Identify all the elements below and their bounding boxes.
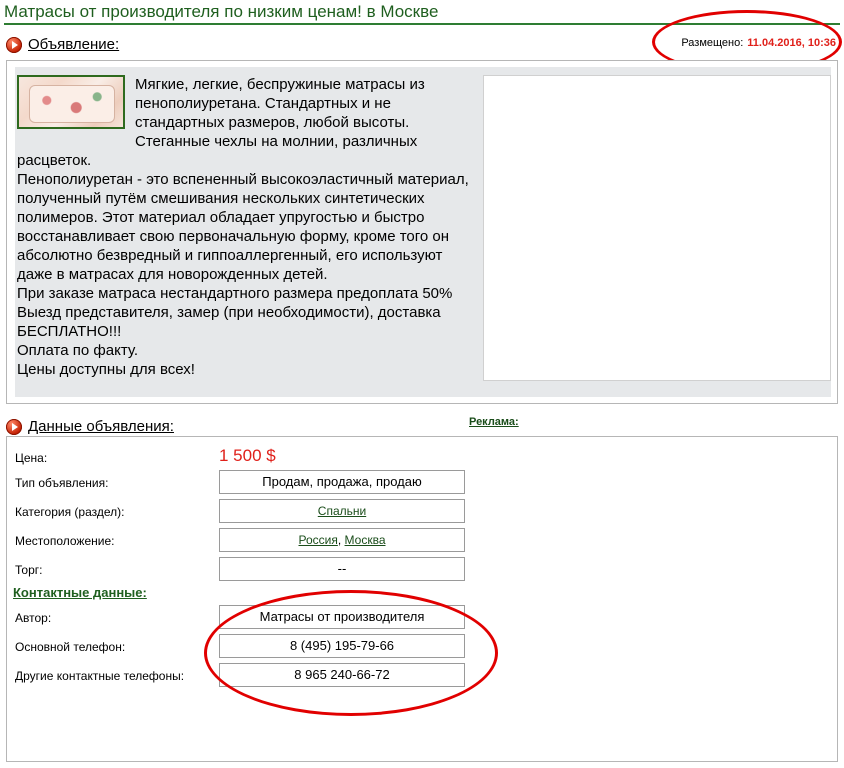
location-city-link[interactable]: Москва <box>345 533 386 547</box>
description-paragraph: При заказе матраса нестандартного размер… <box>17 285 453 302</box>
location-separator: , <box>337 533 345 547</box>
contacts-heading: Контактные данные: <box>13 585 147 600</box>
bargain-value: -- <box>219 557 465 581</box>
phone-label: Основной телефон: <box>15 640 126 654</box>
phone-value: 8 (495) 195-79-66 <box>219 634 465 658</box>
placed-date: 11.04.2016, 10:36 <box>747 37 836 49</box>
other-phones-value: 8 965 240-66-72 <box>219 663 465 687</box>
other-phones-label: Другие контактные телефоны: <box>15 669 185 683</box>
details-heading-label: Данные объявления: <box>28 418 174 435</box>
ad-heading-label: Объявление: <box>28 36 120 53</box>
phone-row: Основной телефон: 8 (495) 195-79-66 <box>7 634 837 660</box>
ad-description: Мягкие, легкие, беспружиные матрасы из п… <box>17 75 479 379</box>
location-country-link[interactable]: Россия <box>299 533 338 547</box>
ads-link[interactable]: Реклама: <box>469 416 519 428</box>
location-value: Россия, Москва <box>219 528 465 552</box>
category-value: Спальни <box>219 499 465 523</box>
placed-info: Размещено: 11.04.2016, 10:36 <box>681 37 836 49</box>
description-paragraph: Выезд представителя, замер (при необходи… <box>17 304 441 340</box>
location-row: Местоположение: Россия, Москва <box>7 528 837 554</box>
category-link[interactable]: Спальни <box>318 504 366 518</box>
price-label: Цена: <box>15 451 48 465</box>
price-row: Цена: 1 500 $ <box>7 445 837 471</box>
author-row: Автор: Матрасы от производителя <box>7 605 837 631</box>
description-paragraph: Оплата по факту. <box>17 342 139 359</box>
bargain-row: Торг: -- <box>7 557 837 583</box>
description-paragraph: Цены доступны для всех! <box>17 361 195 378</box>
ad-inner: Мягкие, легкие, беспружиные матрасы из п… <box>15 67 831 397</box>
author-value: Матрасы от производителя <box>219 605 465 629</box>
details-box: Цена: 1 500 $ Тип объявления: Продам, пр… <box>6 436 838 762</box>
ad-side-panel <box>483 75 831 381</box>
mattress-photo-icon[interactable] <box>17 75 125 129</box>
price-value: 1 500 $ <box>219 446 276 465</box>
placed-label: Размещено: <box>681 37 744 49</box>
ad-box: Мягкие, легкие, беспружиные матрасы из п… <box>6 60 838 404</box>
type-row: Тип объявления: Продам, продажа, продаю <box>7 470 837 496</box>
details-section-heading: Данные объявления: <box>6 418 174 435</box>
category-label: Категория (раздел): <box>15 505 125 519</box>
location-label: Местоположение: <box>15 534 115 548</box>
other-phones-row: Другие контактные телефоны: 8 965 240-66… <box>7 663 837 689</box>
description-paragraph: Пенополиуретан - это вспененный высокоэл… <box>17 171 469 283</box>
bargain-label: Торг: <box>15 563 43 577</box>
page-title: Матрасы от производителя по низким ценам… <box>4 2 840 25</box>
arrow-right-icon <box>6 36 22 53</box>
type-label: Тип объявления: <box>15 476 109 490</box>
arrow-right-icon <box>6 418 22 435</box>
category-row: Категория (раздел): Спальни <box>7 499 837 525</box>
ad-section-heading: Объявление: <box>6 36 119 53</box>
author-label: Автор: <box>15 611 52 625</box>
type-value: Продам, продажа, продаю <box>219 470 465 494</box>
